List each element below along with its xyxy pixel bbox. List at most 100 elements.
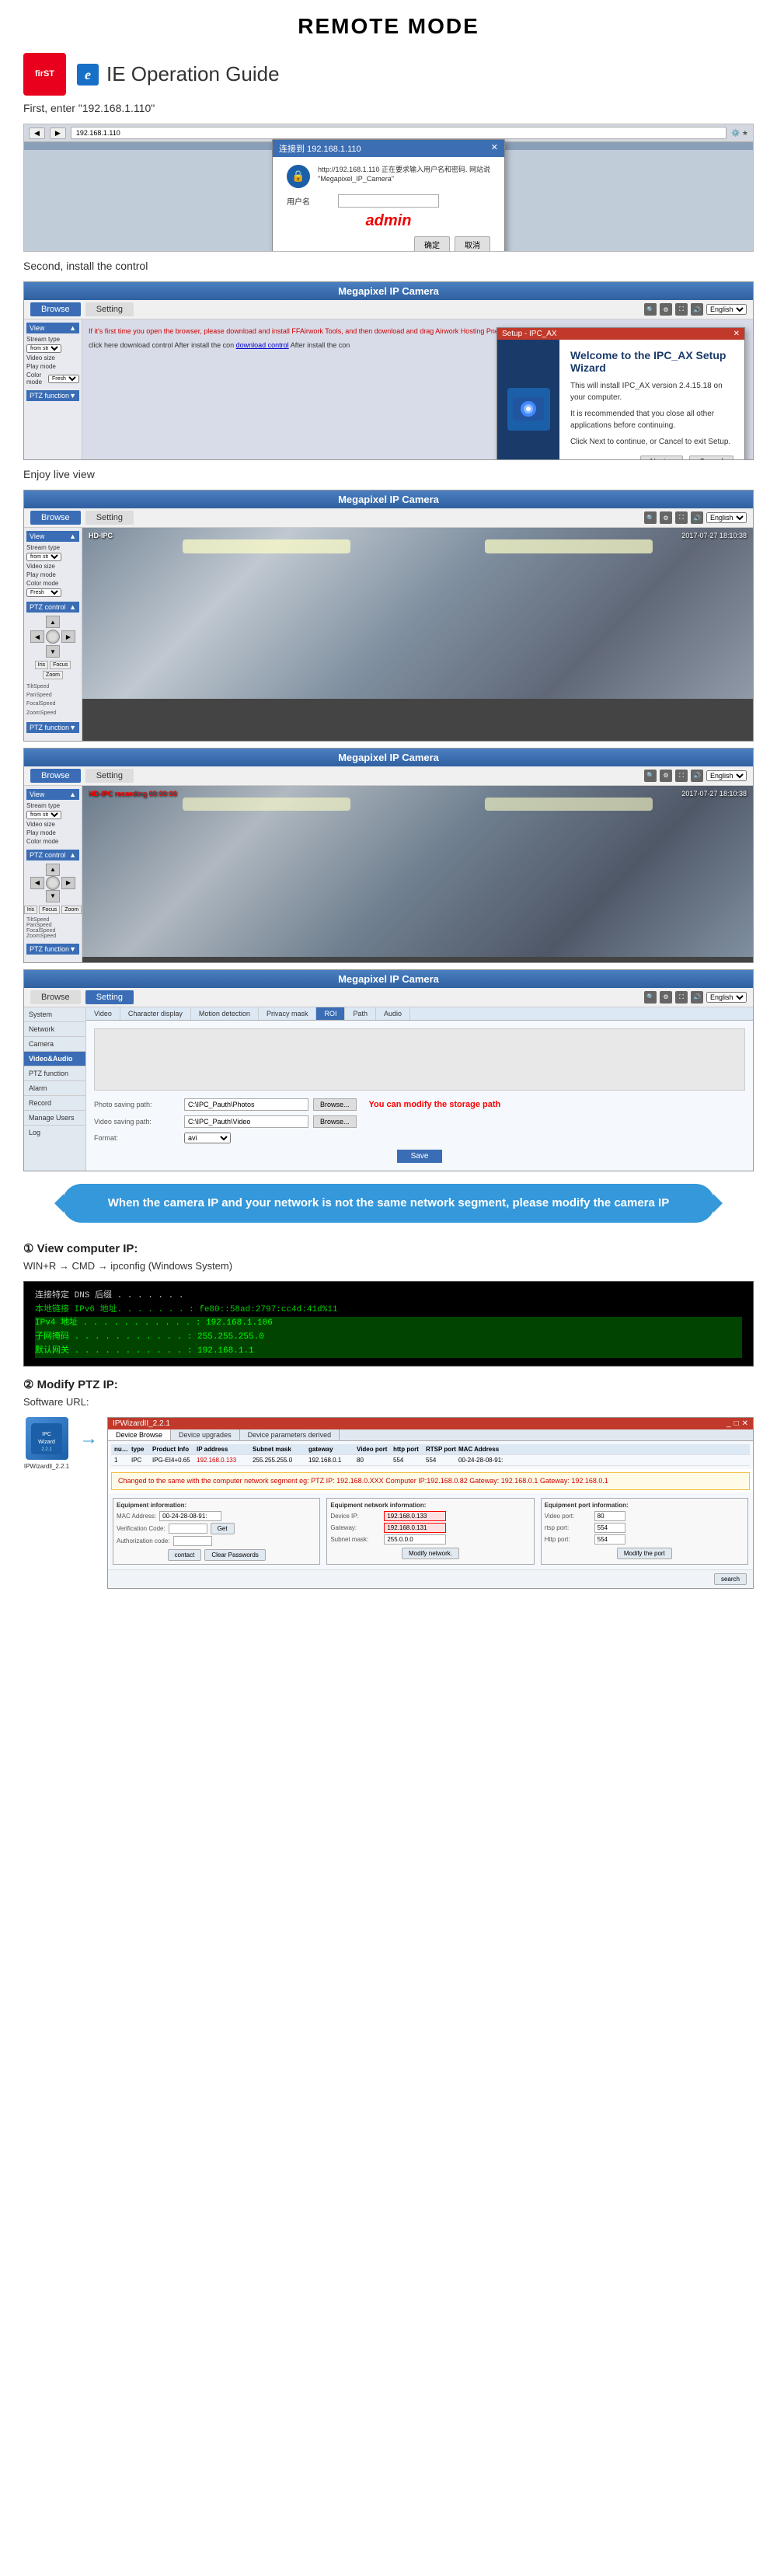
- stream-type-select[interactable]: from stream: [26, 344, 61, 353]
- contact-btn[interactable]: contact: [168, 1549, 202, 1561]
- sw-tab-device-params[interactable]: Device parameters derived: [240, 1429, 340, 1440]
- browse-tab-step3b[interactable]: Browse: [30, 769, 81, 783]
- ptz-right-btn-3b[interactable]: ▶: [61, 877, 75, 889]
- color-mode-select[interactable]: Fresh: [48, 375, 79, 383]
- volume-icon-3a[interactable]: 🔊: [691, 511, 703, 524]
- sub-tab-motion[interactable]: Motion detection: [191, 1007, 259, 1020]
- format-select[interactable]: avi mp4: [184, 1133, 231, 1143]
- login-cancel-btn[interactable]: 取消: [455, 236, 490, 253]
- settings-icon-3b[interactable]: ⚙: [660, 770, 672, 782]
- search-icon[interactable]: 🔍: [644, 303, 657, 316]
- browse-tab-settings[interactable]: Browse: [30, 990, 81, 1004]
- authorization-input[interactable]: [173, 1536, 212, 1546]
- search-icon-3b[interactable]: 🔍: [644, 770, 657, 782]
- sw-maximize-btn[interactable]: □: [734, 1419, 739, 1428]
- rtsp-port-input[interactable]: [594, 1523, 625, 1533]
- ptz-down-btn[interactable]: ▼: [46, 645, 60, 658]
- ptz-left-btn[interactable]: ◀: [30, 630, 44, 643]
- volume-icon[interactable]: 🔊: [691, 303, 703, 316]
- camera-settings-icon[interactable]: ⚙: [660, 303, 672, 316]
- search-btn[interactable]: search: [714, 1573, 747, 1585]
- sub-tab-video[interactable]: Video: [86, 1007, 120, 1020]
- ptz-up-btn[interactable]: ▲: [46, 616, 60, 628]
- sw-tab-device-browse[interactable]: Device Browse: [108, 1429, 171, 1440]
- browser-back-btn[interactable]: ◀: [29, 127, 45, 139]
- sub-tab-path[interactable]: Path: [345, 1007, 376, 1020]
- volume-icon-3b[interactable]: 🔊: [691, 770, 703, 782]
- nav-camera[interactable]: Camera: [24, 1037, 85, 1052]
- modify-net-btn[interactable]: Modify network.: [402, 1548, 459, 1559]
- browser-forward-btn[interactable]: ▶: [50, 127, 66, 139]
- photo-browse-btn[interactable]: Browse...: [313, 1098, 357, 1111]
- verification-input[interactable]: [169, 1524, 207, 1534]
- http-port-input[interactable]: [594, 1534, 625, 1545]
- get-btn[interactable]: Get: [211, 1523, 235, 1534]
- setting-tab-step3a[interactable]: Setting: [85, 511, 134, 525]
- nav-network[interactable]: Network: [24, 1022, 85, 1037]
- volume-icon-settings[interactable]: 🔊: [691, 991, 703, 1004]
- sub-tab-roi[interactable]: ROI: [316, 1007, 345, 1020]
- modify-port-btn[interactable]: Modify the port: [617, 1548, 672, 1559]
- focus-btn-3b[interactable]: Focus: [39, 906, 60, 914]
- language-select-3a[interactable]: English: [706, 512, 747, 523]
- device-ip-input[interactable]: [384, 1511, 446, 1521]
- sub-tab-privacy[interactable]: Privacy mask: [259, 1007, 317, 1020]
- color-mode-select-3a[interactable]: Fresh: [26, 588, 61, 597]
- first-logo: firST: [23, 53, 66, 96]
- setup-next-btn[interactable]: Next >: [640, 456, 683, 460]
- zoom-btn[interactable]: Zoom: [43, 671, 63, 679]
- url-bar[interactable]: 192.168.1.110: [71, 127, 726, 139]
- sw-tab-device-upgrades[interactable]: Device upgrades: [171, 1429, 240, 1440]
- setting-tab-step2[interactable]: Setting: [85, 302, 134, 316]
- nav-ptz-func[interactable]: PTZ function: [24, 1066, 85, 1081]
- settings-icon-settings[interactable]: ⚙: [660, 991, 672, 1004]
- iris-btn-3b[interactable]: Iris: [24, 906, 37, 914]
- fullscreen-icon-settings[interactable]: ⛶: [675, 991, 688, 1004]
- login-ok-btn[interactable]: 确定: [414, 236, 450, 253]
- sub-tab-audio[interactable]: Audio: [376, 1007, 410, 1020]
- nav-log[interactable]: Log: [24, 1126, 85, 1140]
- ptz-left-btn-3b[interactable]: ◀: [30, 877, 44, 889]
- setup-cancel-btn[interactable]: Cancel: [689, 456, 733, 460]
- language-select-step2[interactable]: English: [706, 304, 747, 315]
- ptz-up-btn-3b[interactable]: ▲: [46, 864, 60, 876]
- search-icon-3a[interactable]: 🔍: [644, 511, 657, 524]
- zoom-btn-3b[interactable]: Zoom: [61, 906, 82, 914]
- ptz-right-btn[interactable]: ▶: [61, 630, 75, 643]
- nav-system[interactable]: System: [24, 1007, 85, 1022]
- clear-pwd-btn[interactable]: Clear Passwords: [204, 1549, 265, 1561]
- sw-minimize-btn[interactable]: _: [726, 1419, 731, 1428]
- setting-tab-settings[interactable]: Setting: [85, 990, 134, 1004]
- browse-tab-step3a[interactable]: Browse: [30, 511, 81, 525]
- fullscreen-icon-3a[interactable]: ⛶: [675, 511, 688, 524]
- download-link[interactable]: download control: [236, 341, 289, 349]
- search-icon-settings[interactable]: 🔍: [644, 991, 657, 1004]
- language-select-3b[interactable]: English: [706, 770, 747, 781]
- nav-manage-users[interactable]: Manage Users: [24, 1111, 85, 1126]
- browse-tab-step2[interactable]: Browse: [30, 302, 81, 316]
- gateway-input[interactable]: [384, 1523, 446, 1533]
- photo-path-input[interactable]: [184, 1098, 308, 1111]
- nav-record[interactable]: Record: [24, 1096, 85, 1111]
- stream-select-3a[interactable]: from stream: [26, 553, 61, 561]
- mac-input[interactable]: [159, 1511, 221, 1521]
- save-btn[interactable]: Save: [397, 1150, 443, 1163]
- video-port-input[interactable]: [594, 1511, 625, 1521]
- language-select-settings[interactable]: English: [706, 992, 747, 1003]
- nav-alarm[interactable]: Alarm: [24, 1081, 85, 1096]
- username-input[interactable]: [338, 194, 439, 208]
- ptz-down-btn-3b[interactable]: ▼: [46, 890, 60, 902]
- sw-close-btn[interactable]: ✕: [742, 1419, 748, 1428]
- video-path-input[interactable]: [184, 1115, 308, 1128]
- sub-tab-char-display[interactable]: Character display: [120, 1007, 191, 1020]
- setting-tab-step3b[interactable]: Setting: [85, 769, 134, 783]
- settings-icon-3a[interactable]: ⚙: [660, 511, 672, 524]
- fullscreen-icon[interactable]: ⛶: [675, 303, 688, 316]
- focus-btn[interactable]: Focus: [50, 661, 71, 669]
- fullscreen-icon-3b[interactable]: ⛶: [675, 770, 688, 782]
- video-browse-btn[interactable]: Browse...: [313, 1115, 357, 1128]
- subnet-input[interactable]: [384, 1534, 446, 1545]
- iris-btn[interactable]: Iris: [35, 661, 48, 669]
- nav-video-audio[interactable]: Video&Audio: [24, 1052, 85, 1066]
- stream-select-3b[interactable]: from stream: [26, 811, 61, 819]
